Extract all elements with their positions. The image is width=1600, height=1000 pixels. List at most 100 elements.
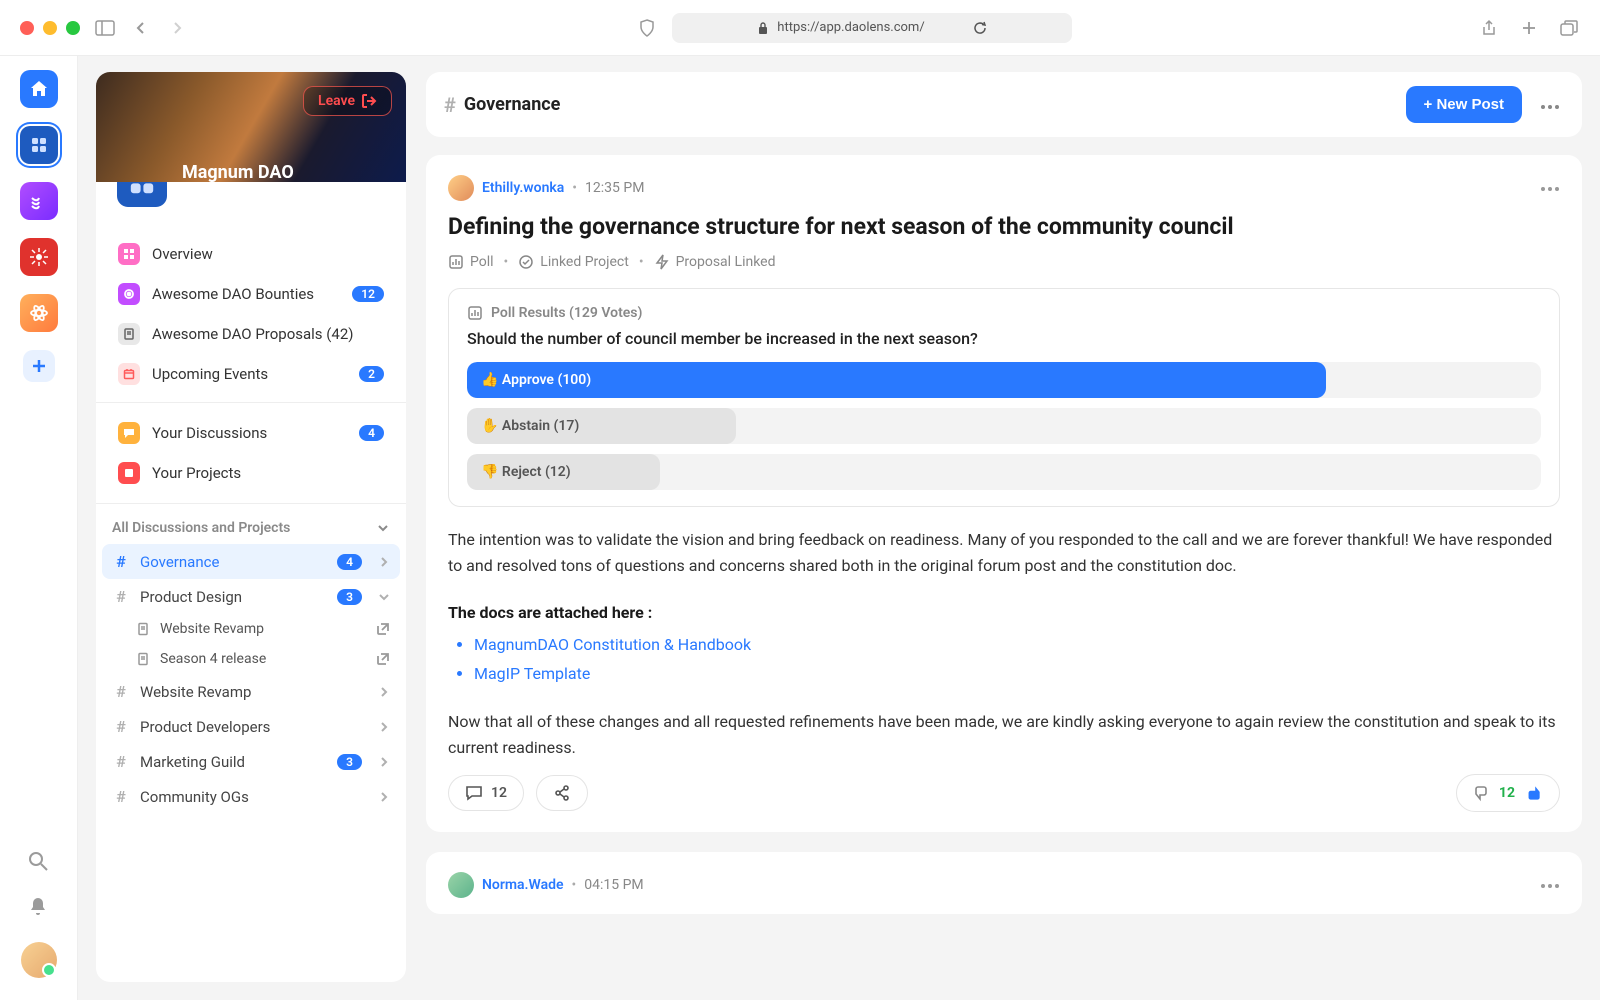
meta-linked-project[interactable]: Linked Project — [518, 254, 629, 270]
subitem-season4[interactable]: Season 4 release — [102, 644, 400, 674]
doc-icon — [136, 652, 150, 666]
external-link-icon[interactable] — [376, 622, 390, 636]
badge: 3 — [337, 754, 362, 770]
nav-label: Awesome DAO Proposals (42) — [152, 325, 354, 343]
channel-product-design[interactable]: # Product Design 3 — [102, 579, 400, 614]
window-zoom[interactable] — [66, 21, 80, 35]
events-icon — [118, 363, 140, 385]
post-more-icon[interactable] — [1540, 877, 1560, 893]
badge: 12 — [352, 286, 384, 302]
chevron-right-icon — [378, 791, 390, 803]
sub-label: Season 4 release — [160, 651, 266, 667]
nav-label: Your Discussions — [152, 424, 267, 442]
vote-count: 12 — [1499, 785, 1515, 801]
post-time: 12:35 PM — [585, 180, 644, 196]
nav-your-projects[interactable]: Your Projects — [110, 453, 392, 493]
poll-option-approve[interactable]: 👍 Approve (100) — [467, 362, 1541, 398]
nav-back-icon[interactable] — [130, 17, 152, 39]
chevron-down-icon — [378, 591, 390, 603]
sidebar-toggle-icon[interactable] — [94, 17, 116, 39]
discussions-icon — [118, 422, 140, 444]
comments-button[interactable]: 12 — [448, 775, 524, 811]
shield-icon[interactable] — [636, 17, 658, 39]
doc-link-1[interactable]: MagnumDAO Constitution & Handbook — [474, 635, 751, 654]
channel-community-ogs[interactable]: # Community OGs — [102, 779, 400, 814]
hash-icon: # — [112, 717, 130, 736]
hash-icon: # — [112, 552, 130, 571]
comment-icon — [465, 784, 483, 802]
badge: 4 — [337, 554, 362, 570]
hash-icon: # — [112, 682, 130, 701]
post-body-2: Now that all of these changes and all re… — [448, 709, 1560, 760]
poll-box: Poll Results (129 Votes) Should the numb… — [448, 288, 1560, 507]
post-more-icon[interactable] — [1540, 180, 1560, 196]
post-card: Ethilly.wonka • 12:35 PM Defining the go… — [426, 155, 1582, 832]
rail-workspace-2[interactable] — [20, 182, 58, 220]
reload-icon[interactable] — [973, 21, 987, 35]
channel-label: Marketing Guild — [140, 753, 245, 771]
nav-your-discussions[interactable]: Your Discussions 4 — [110, 413, 392, 453]
thumbs-down-icon[interactable] — [1473, 784, 1491, 802]
rail-add-workspace[interactable] — [23, 350, 55, 382]
share-button[interactable] — [536, 775, 588, 811]
window-close[interactable] — [20, 21, 34, 35]
plus-icon — [31, 358, 47, 374]
thumbs-up-icon[interactable] — [1523, 783, 1543, 803]
poll-icon — [467, 305, 483, 321]
new-post-button[interactable]: + New Post — [1406, 86, 1522, 123]
channel-label: Community OGs — [140, 788, 249, 806]
nav-events[interactable]: Upcoming Events 2 — [110, 354, 392, 394]
channels-header[interactable]: All Discussions and Projects — [102, 512, 400, 544]
poll-option-abstain[interactable]: ✋ Abstain (17) — [467, 408, 1541, 444]
channel-marketing-guild[interactable]: # Marketing Guild 3 — [102, 744, 400, 779]
traffic-lights — [20, 21, 80, 35]
nav-overview[interactable]: Overview — [110, 234, 392, 274]
poll-option-reject[interactable]: 👎 Reject (12) — [467, 454, 1541, 490]
external-link-icon[interactable] — [376, 652, 390, 666]
channel-product-developers[interactable]: # Product Developers — [102, 709, 400, 744]
author-name[interactable]: Norma.Wade — [482, 877, 564, 893]
burst-icon — [29, 247, 49, 267]
author-name[interactable]: Ethilly.wonka — [482, 180, 564, 196]
nav-label: Overview — [152, 245, 213, 263]
new-tab-icon[interactable] — [1518, 17, 1540, 39]
channel-label: Governance — [140, 553, 219, 571]
url-bar[interactable]: https://app.daolens.com/ — [672, 13, 1072, 43]
channel-governance[interactable]: # Governance 4 — [102, 544, 400, 579]
channel-website-revamp[interactable]: # Website Revamp — [102, 674, 400, 709]
section-title: All Discussions and Projects — [112, 520, 290, 536]
author-avatar[interactable] — [448, 872, 474, 898]
author-avatar[interactable] — [448, 175, 474, 201]
home-icon — [29, 79, 49, 99]
rail-home[interactable] — [20, 70, 58, 108]
nav-forward-icon[interactable] — [166, 17, 188, 39]
rail-workspace-4[interactable] — [20, 294, 58, 332]
hash-icon: # — [112, 587, 130, 606]
meta-poll[interactable]: Poll — [448, 254, 494, 270]
bolt-icon — [654, 254, 670, 270]
vote-pill: 12 — [1456, 774, 1560, 812]
more-icon[interactable] — [1536, 91, 1564, 118]
bell-icon[interactable] — [27, 896, 51, 920]
chevron-down-icon — [376, 521, 390, 535]
window-minimize[interactable] — [43, 21, 57, 35]
nav-proposals[interactable]: Awesome DAO Proposals (42) — [110, 314, 392, 354]
tabs-icon[interactable] — [1558, 17, 1580, 39]
share-icon[interactable] — [1478, 17, 1500, 39]
lock-icon — [757, 21, 769, 35]
leave-button[interactable]: Leave — [303, 86, 392, 116]
post-meta: Poll • Linked Project • Proposal Linked — [448, 254, 1560, 270]
meta-proposal[interactable]: Proposal Linked — [654, 254, 776, 270]
chevron-right-icon — [378, 556, 390, 568]
docs-heading: The docs are attached here : — [448, 603, 652, 622]
doc-link-2[interactable]: MagIP Template — [474, 664, 590, 683]
search-icon[interactable] — [27, 850, 51, 874]
user-avatar[interactable] — [21, 942, 57, 978]
subitem-website-revamp[interactable]: Website Revamp — [102, 614, 400, 644]
rail-workspace-3[interactable] — [20, 238, 58, 276]
doc-icon — [136, 622, 150, 636]
nav-bounties[interactable]: Awesome DAO Bounties 12 — [110, 274, 392, 314]
dao-sidebar: Leave Magnum DAO Overview — [96, 72, 406, 982]
rail-workspace-active[interactable] — [20, 126, 58, 164]
channel-title: Governance — [464, 94, 561, 115]
